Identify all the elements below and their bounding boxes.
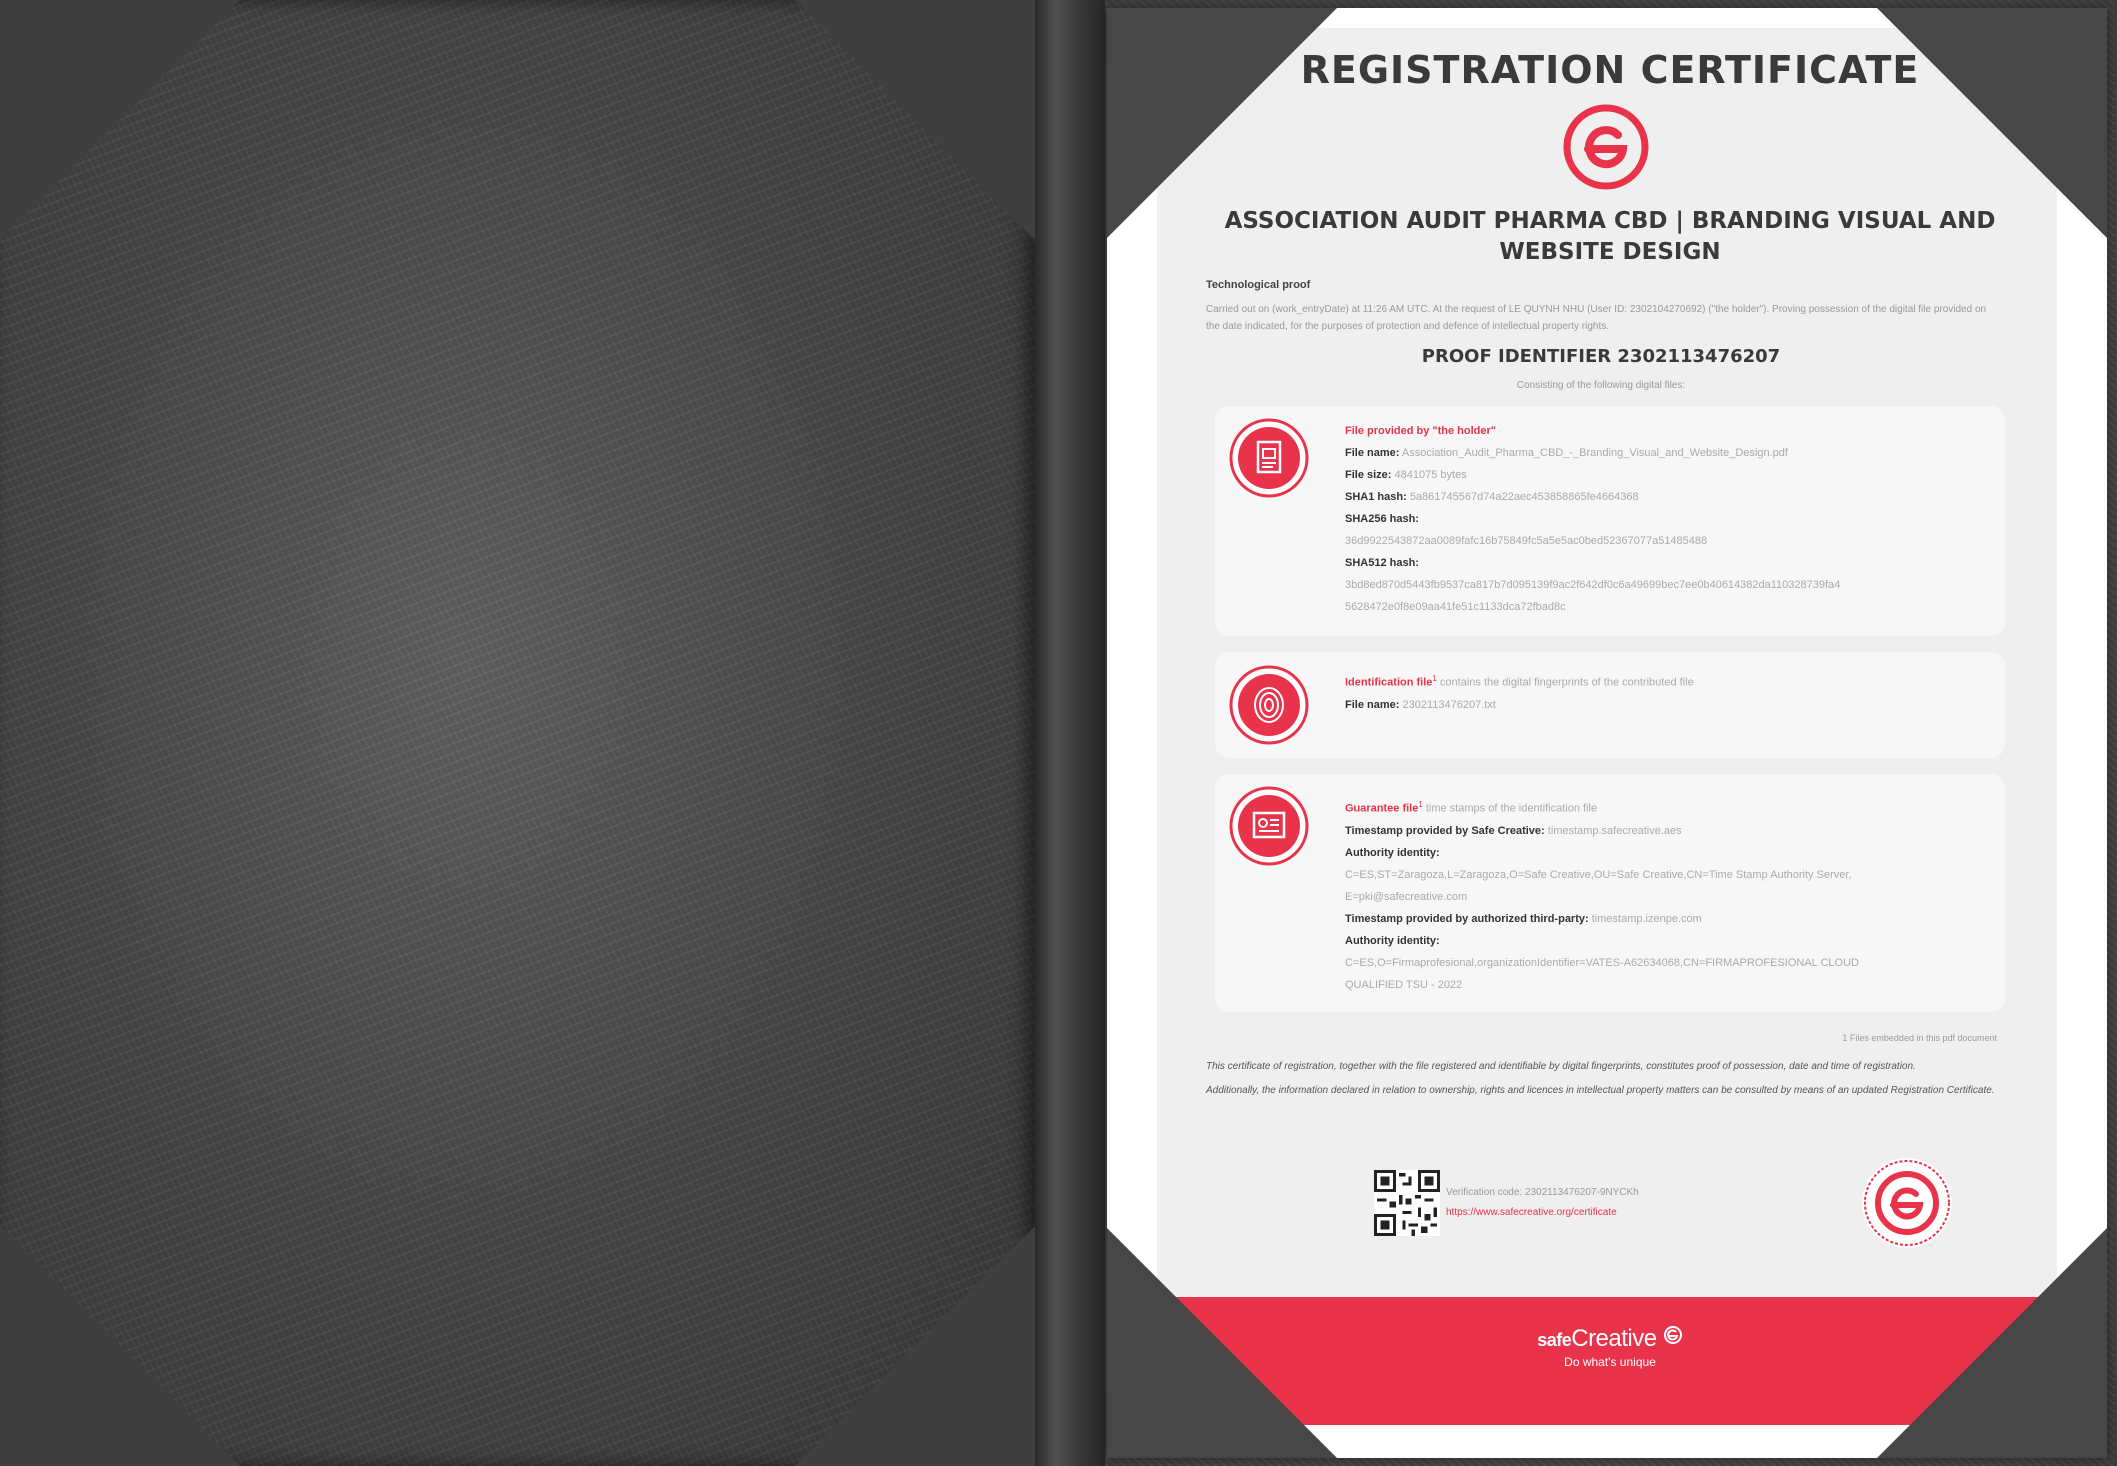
authority-safe-line2: E=pki@safecreative.com [1345, 890, 1468, 903]
identification-file-box: Identification file1 contains the digita… [1215, 652, 2005, 758]
ident-footnote-mark: 1 [1432, 674, 1437, 683]
proof-subtitle: Consisting of the following digital file… [1516, 380, 1686, 391]
ts-safe-label: Timestamp provided by Safe Creative: [1345, 824, 1545, 837]
verification-code: Verification code: 2302113476207-9NYCKh [1446, 1187, 1639, 1198]
guarantee-heading: Guarantee file [1345, 802, 1419, 815]
embedded-files-footnote: 1 Files embedded in this pdf document [1842, 1033, 1997, 1043]
document-icon [1229, 418, 1309, 498]
left-corner-bottom-left [0, 1226, 240, 1466]
identification-details: Identification file1 contains the digita… [1345, 668, 1985, 716]
verification-url-link[interactable]: https://www.safecreative.org/certificate [1446, 1203, 1639, 1223]
brand-name-creative: Creative [1571, 1325, 1657, 1352]
legal-paragraph-2: Additionally, the information declared i… [1206, 1085, 1995, 1096]
tech-proof-text: Carried out on (work_entryDate) at 11:26… [1206, 304, 1987, 332]
left-corner-bottom-right [795, 1226, 1035, 1466]
brand-name: safeCreative [1525, 1325, 1695, 1353]
right-corner-top-right [1877, 8, 2107, 238]
guarantee-file-box: Guarantee file1 time stamps of the ident… [1215, 774, 2005, 1012]
ident-description: contains the digital fingerprints of the… [1439, 676, 1694, 689]
file-name-value: Association_Audit_Pharma_CBD_-_Branding_… [1401, 447, 1788, 459]
authority-third-label: Authority identity: [1345, 934, 1440, 947]
authority-safe-line1: C=ES,ST=Zaragoza,L=Zaragoza,O=Safe Creat… [1345, 868, 1852, 881]
verification-block: Verification code: 2302113476207-9NYCKh … [1446, 1183, 1639, 1223]
right-corner-bottom-right [1877, 1228, 2107, 1458]
sha1-value: 5a861745567d74a22aec453858865fe4664368 [1409, 491, 1639, 503]
file-details: File provided by "the holder" File name:… [1345, 420, 1985, 618]
ident-file-name-label: File name: [1345, 698, 1400, 711]
tech-proof-label: Technological proof [1206, 279, 1311, 291]
brand-name-safe: safe [1537, 1330, 1572, 1350]
ts-safe-value: timestamp.safecreative.aes [1547, 824, 1682, 837]
safe-creative-logo-icon [1563, 104, 1649, 190]
brand-logo-icon [1663, 1326, 1682, 1344]
guarantee-footnote-mark: 1 [1418, 800, 1423, 809]
sha1-label: SHA1 hash: [1345, 491, 1407, 503]
legal-paragraph-1: This certificate of registration, togeth… [1206, 1061, 1916, 1072]
guarantee-description: time stamps of the identification file [1425, 802, 1598, 815]
authority-safe-label: Authority identity: [1345, 846, 1440, 859]
qr-code-icon[interactable] [1374, 1170, 1440, 1236]
file-name-label: File name: [1345, 447, 1400, 459]
file-box-heading: File provided by "the holder" [1345, 425, 1497, 437]
authority-third-line1: C=ES,O=Firmaprofesional,organizationIden… [1345, 956, 1859, 969]
right-corner-bottom-left [1107, 1228, 1337, 1458]
proof-identifier: PROOF IDENTIFIER 2302113476207 [1421, 346, 1781, 367]
sha256-label: SHA256 hash: [1345, 513, 1419, 525]
sha512-value-line2: 5628472e0f8e09aa41fe51c1133dca72fbad8c [1345, 601, 1566, 613]
ts-third-value: timestamp.izenpe.com [1591, 912, 1702, 925]
guarantee-details: Guarantee file1 time stamps of the ident… [1345, 794, 1985, 996]
sha512-value-line1: 3bd8ed870d5443fb9537ca817b7d095139f9ac2f… [1345, 579, 1841, 591]
ident-heading: Identification file [1345, 676, 1433, 689]
certificate-title: REGISTRATION CERTIFICATE [1300, 48, 1920, 92]
file-provided-box: File provided by "the holder" File name:… [1215, 406, 2005, 636]
sha512-label: SHA512 hash: [1345, 557, 1419, 569]
sha256-value: 36d9922543872aa0089fafc16b75849fc5a5e5ac… [1345, 535, 1708, 547]
folder-spine [1035, 0, 1105, 1466]
legal-text: This certificate of registration, togeth… [1206, 1055, 2001, 1103]
authority-third-line2: QUALIFIED TSU - 2022 [1345, 978, 1463, 991]
certificate-stamp-icon [1229, 786, 1309, 866]
fingerprint-icon [1229, 665, 1309, 745]
file-size-value: 4841075 bytes [1394, 469, 1467, 481]
brand-tagline: Do what's unique [1564, 1355, 1656, 1369]
right-corner-top-left [1107, 8, 1337, 238]
file-size-label: File size: [1345, 469, 1392, 481]
left-corner-top-left [0, 0, 240, 240]
ts-third-label: Timestamp provided by authorized third-p… [1345, 912, 1589, 925]
ident-file-name-value: 2302113476207.txt [1402, 698, 1496, 711]
left-corner-top-right [795, 0, 1035, 240]
safe-creative-brand: safeCreative Do what's unique [1525, 1325, 1695, 1369]
